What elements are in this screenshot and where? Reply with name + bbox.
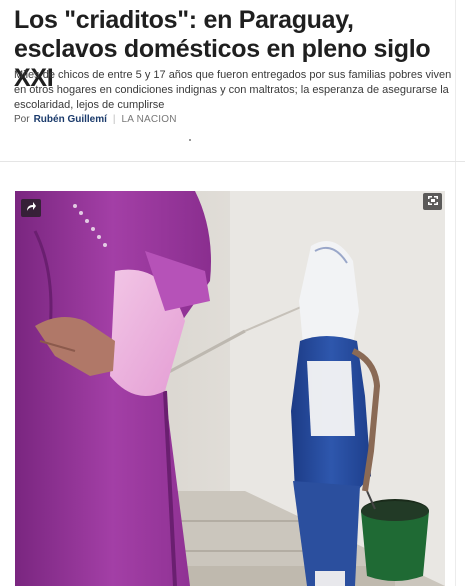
author-link[interactable]: Rubén Guillemí bbox=[34, 114, 107, 125]
header-divider bbox=[0, 161, 465, 162]
byline-source: LA NACION bbox=[121, 114, 177, 125]
byline: Por Rubén Guillemí | LA NACION bbox=[14, 114, 177, 125]
share-button[interactable] bbox=[21, 199, 41, 217]
fullscreen-button[interactable] bbox=[423, 193, 442, 210]
decorative-dot bbox=[189, 139, 191, 141]
share-arrow-icon bbox=[25, 199, 37, 217]
article-photo[interactable] bbox=[15, 191, 445, 586]
byline-separator: | bbox=[112, 114, 116, 125]
article-header: Los "criaditos": en Paraguay, esclavos d… bbox=[0, 0, 465, 162]
photo-illustration bbox=[15, 191, 445, 586]
byline-prefix: Por bbox=[14, 114, 30, 125]
fullscreen-expand-icon bbox=[427, 193, 439, 211]
article-summary: Miles de chicos de entre 5 y 17 años que… bbox=[14, 69, 452, 111]
